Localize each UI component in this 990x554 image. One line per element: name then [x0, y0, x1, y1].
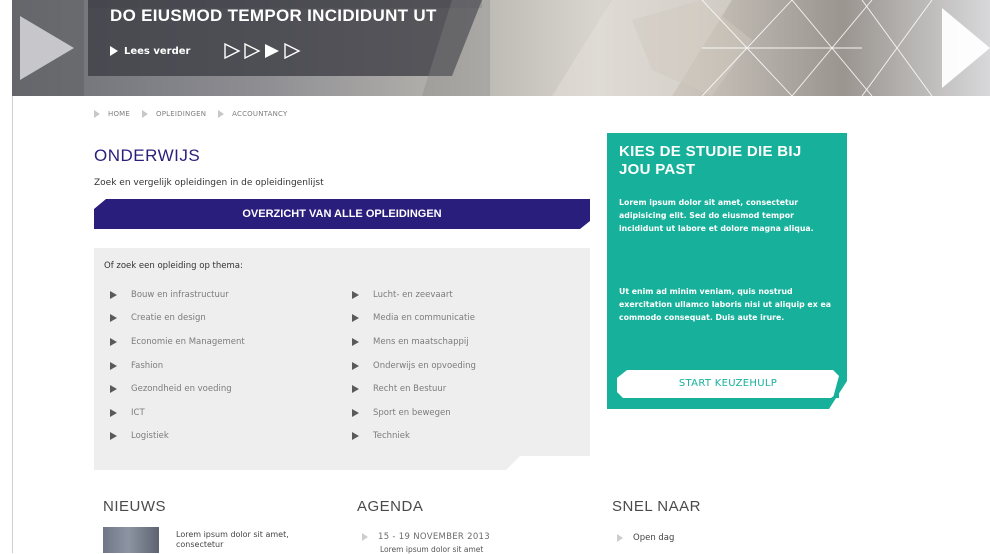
agenda-heading: AGENDA: [357, 498, 424, 515]
theme-link[interactable]: Logistiek: [110, 425, 245, 449]
play-icon: [110, 46, 118, 56]
page-title: ONDERWIJS: [94, 146, 201, 165]
play-icon: [110, 290, 117, 299]
play-icon: [352, 290, 359, 299]
play-icon: [352, 408, 359, 417]
read-more-label: Lees verder: [124, 45, 191, 57]
theme-label: Media en communicatie: [373, 313, 475, 324]
theme-link[interactable]: Media en communicatie: [352, 307, 476, 331]
quick-links-heading: SNEL NAAR: [612, 498, 701, 515]
theme-link[interactable]: Onderwijs en opvoeding: [352, 354, 476, 378]
theme-link[interactable]: Sport en bewegen: [352, 401, 476, 425]
agenda-item-date[interactable]: 15 - 19 NOVEMBER 2013: [362, 532, 490, 542]
theme-panel: Of zoek een opleiding op thema: Bouw en …: [94, 248, 590, 470]
slide-arrow-icon[interactable]: [283, 42, 301, 60]
chevron-right-icon: [362, 533, 368, 541]
agenda-date-label: 15 - 19 NOVEMBER 2013: [378, 532, 490, 542]
slide-arrow-icon[interactable]: [223, 42, 241, 60]
theme-label: Gezondheid en voeding: [131, 384, 232, 395]
play-icon: [110, 408, 117, 417]
theme-link[interactable]: Techniek: [352, 425, 476, 449]
play-icon: [352, 432, 359, 441]
theme-list-left: Bouw en infrastructuur Creatie en design…: [110, 283, 245, 448]
theme-link[interactable]: Creatie en design: [110, 307, 245, 331]
theme-label: ICT: [131, 407, 145, 418]
theme-heading: Of zoek een opleiding op thema:: [104, 261, 243, 271]
theme-list-right: Lucht- en zeevaart Media en communicatie…: [352, 283, 476, 448]
breadcrumb-item-home[interactable]: HOME: [94, 110, 130, 118]
theme-label: Economie en Management: [131, 336, 245, 347]
slide-arrow-active-icon[interactable]: [263, 42, 281, 60]
theme-label: Logistiek: [131, 431, 169, 442]
play-icon: [110, 432, 117, 441]
theme-link[interactable]: Bouw en infrastructuur: [110, 283, 245, 307]
page: DO EIUSMOD TEMPOR INCIDIDUNT UT Lees ver…: [0, 0, 990, 554]
theme-link[interactable]: Fashion: [110, 354, 245, 378]
box-paragraph: Ut enim ad minim veniam, quis nostrud ex…: [619, 287, 832, 322]
slider-arrows[interactable]: [223, 42, 301, 60]
box-paragraph: Lorem ipsum dolor sit amet, consectetur …: [619, 198, 814, 233]
hero-banner[interactable]: DO EIUSMOD TEMPOR INCIDIDUNT UT Lees ver…: [12, 0, 990, 96]
news-heading: NIEUWS: [103, 498, 166, 515]
theme-label: Fashion: [131, 360, 164, 371]
theme-link[interactable]: Lucht- en zeevaart: [352, 283, 476, 307]
hero-title: DO EIUSMOD TEMPOR INCIDIDUNT UT: [110, 6, 437, 25]
box-title: KIES DE STUDIE DIE BIJ JOU PAST: [619, 143, 802, 178]
news-thumbnail[interactable]: [103, 527, 159, 553]
chevron-right-icon: [142, 110, 149, 118]
quick-link-label: Open dag: [633, 533, 675, 543]
theme-link[interactable]: Gezondheid en voeding: [110, 377, 245, 401]
play-icon: [352, 385, 359, 394]
play-icon: [110, 385, 117, 394]
breadcrumb-label: HOME: [108, 110, 131, 118]
all-programs-label: OVERZICHT VAN ALLE OPLEIDINGEN: [242, 208, 442, 220]
slide-arrow-icon[interactable]: [243, 42, 261, 60]
play-icon: [352, 361, 359, 370]
all-programs-button[interactable]: OVERZICHT VAN ALLE OPLEIDINGEN: [94, 199, 590, 229]
theme-label: Techniek: [373, 431, 410, 442]
quick-link-open-day[interactable]: Open dag: [617, 533, 674, 543]
breadcrumb: HOME OPLEIDINGEN ACCOUNTANCY: [94, 110, 299, 118]
chevron-right-icon: [617, 534, 623, 542]
theme-label: Sport en bewegen: [373, 407, 451, 418]
breadcrumb-item-opleidingen[interactable]: OPLEIDINGEN: [142, 110, 206, 118]
theme-link[interactable]: ICT: [110, 401, 245, 425]
study-choice-box: KIES DE STUDIE DIE BIJ JOU PAST Lorem ip…: [607, 133, 847, 409]
theme-label: Mens en maatschappij: [373, 336, 469, 347]
play-icon: [352, 337, 359, 346]
play-icon: [352, 314, 359, 323]
theme-link[interactable]: Economie en Management: [110, 330, 245, 354]
chevron-right-icon: [94, 110, 100, 118]
theme-link[interactable]: Mens en maatschappij: [352, 330, 476, 354]
chevron-right-icon: [218, 110, 225, 118]
theme-label: Creatie en design: [131, 313, 206, 324]
breadcrumb-label: OPLEIDINGEN: [156, 110, 207, 118]
play-icon: [110, 314, 117, 323]
theme-label: Recht en Bestuur: [373, 384, 447, 395]
intro-text: Zoek en vergelijk opleidingen in de ople…: [94, 178, 324, 188]
read-more-link[interactable]: Lees verder: [110, 42, 190, 60]
theme-label: Bouw en infrastructuur: [131, 289, 229, 300]
theme-label: Lucht- en zeevaart: [373, 289, 453, 300]
breadcrumb-item-accountancy[interactable]: ACCOUNTANCY: [218, 110, 287, 118]
breadcrumb-label: ACCOUNTANCY: [232, 110, 288, 118]
start-keuzehulp-button[interactable]: START KEUZEHULP: [617, 370, 839, 398]
play-icon: [110, 337, 117, 346]
play-icon: [110, 361, 117, 370]
news-item-text[interactable]: Lorem ipsum dolor sit amet, consectetur: [176, 530, 316, 550]
theme-link[interactable]: Recht en Bestuur: [352, 377, 476, 401]
theme-label: Onderwijs en opvoeding: [373, 360, 476, 371]
